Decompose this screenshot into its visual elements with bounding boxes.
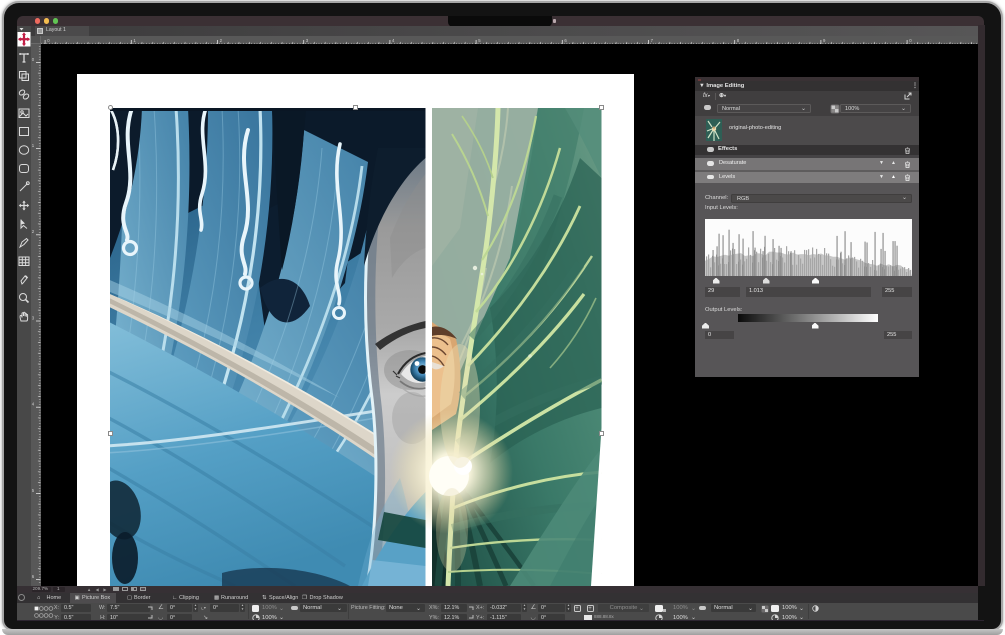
svg-text:6: 6 xyxy=(32,574,35,579)
svg-text:5: 5 xyxy=(478,37,481,42)
svg-text:9: 9 xyxy=(823,37,826,42)
svg-text:2: 2 xyxy=(220,37,223,42)
svg-text:4: 4 xyxy=(32,402,35,407)
svg-text:4: 4 xyxy=(392,37,395,42)
svg-text:7: 7 xyxy=(651,37,654,42)
svg-text:8: 8 xyxy=(737,37,740,42)
svg-text:1: 1 xyxy=(133,37,136,42)
svg-text:0: 0 xyxy=(47,37,50,42)
svg-text:3: 3 xyxy=(306,37,309,42)
svg-text:2: 2 xyxy=(32,229,35,234)
svg-text:6: 6 xyxy=(564,37,567,42)
svg-text:0: 0 xyxy=(909,37,912,42)
svg-text:5: 5 xyxy=(32,488,35,493)
svg-text:3: 3 xyxy=(32,315,35,320)
svg-text:0: 0 xyxy=(32,57,35,62)
svg-text:1: 1 xyxy=(32,143,35,148)
